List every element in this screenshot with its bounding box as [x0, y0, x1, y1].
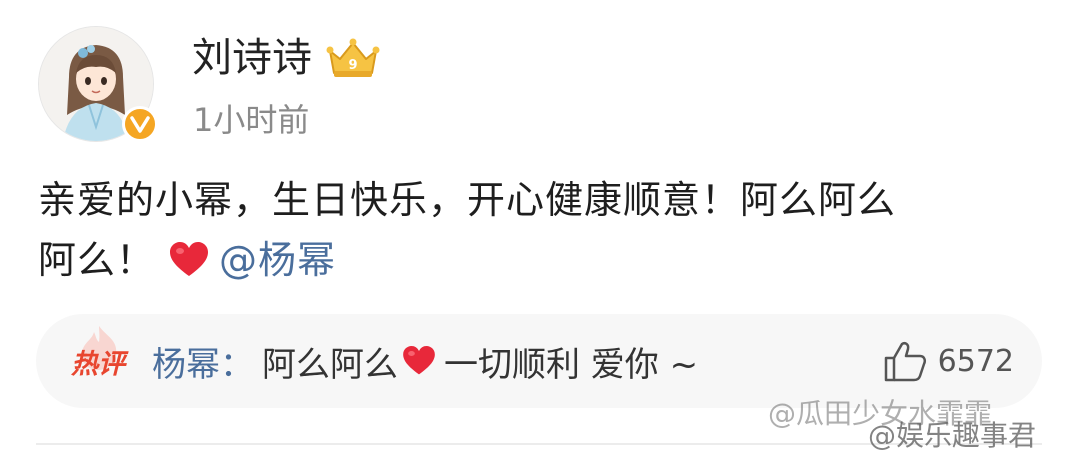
post-content: 亲爱的小幂，生日快乐，开心健康顺意！阿么阿么 阿么！ @杨幂 — [38, 170, 1048, 290]
post-content-line2-row: 阿么！ @杨幂 — [38, 230, 1048, 290]
avatar-container[interactable] — [38, 26, 158, 144]
mention-link[interactable]: @杨幂 — [219, 238, 336, 282]
thumbs-up-icon[interactable] — [882, 338, 928, 384]
hot-comment-tag-label: 热评 — [71, 348, 125, 380]
comment-author[interactable]: 杨幂 — [152, 337, 220, 386]
svg-text:9: 9 — [348, 58, 357, 73]
username-row: 刘诗诗 9 — [192, 30, 382, 86]
hot-comment-tag: 热评 — [64, 326, 132, 386]
username[interactable]: 刘诗诗 — [192, 30, 312, 86]
red-heart-icon — [169, 235, 209, 276]
comment-separator: ： — [220, 344, 254, 385]
post-content-line1: 亲爱的小幂，生日快乐，开心健康顺意！阿么阿么 — [38, 178, 897, 222]
verified-badge-icon — [122, 106, 158, 142]
comment-heart-icon — [402, 346, 436, 376]
like-count: 6572 — [937, 343, 1014, 379]
comment-text-part2: 一切顺利 爱你 ~ — [444, 344, 699, 385]
comment-text-part1: 阿么阿么 — [262, 344, 398, 385]
crown-level-badge-icon[interactable]: 9 — [324, 35, 382, 81]
watermark-bottom: @娱乐趣事君 — [868, 419, 1037, 452]
post-time: 1小时前 — [193, 101, 310, 139]
post-content-line2: 阿么！ — [38, 238, 156, 282]
